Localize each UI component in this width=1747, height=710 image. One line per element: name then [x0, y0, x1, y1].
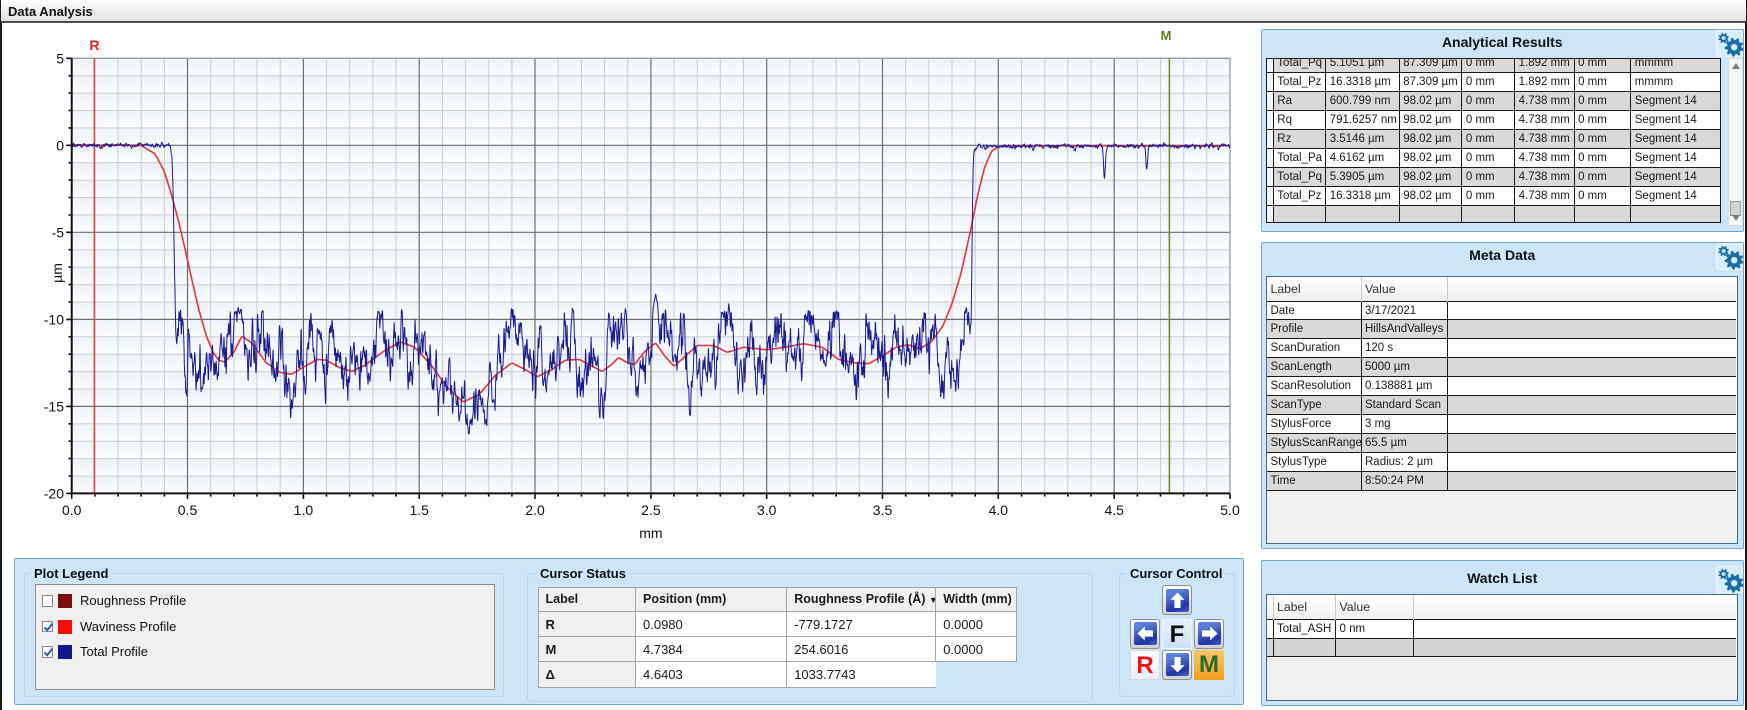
- svg-text:M: M: [1161, 28, 1172, 43]
- svg-text:-5: -5: [52, 224, 65, 240]
- svg-text:1.0: 1.0: [294, 502, 314, 518]
- svg-text:4.5: 4.5: [1104, 502, 1124, 518]
- svg-text:-10: -10: [44, 311, 64, 327]
- svg-text:-20: -20: [44, 485, 64, 501]
- svg-text:0: 0: [56, 137, 64, 153]
- svg-text:2.0: 2.0: [525, 502, 545, 518]
- svg-text:mm: mm: [639, 525, 662, 541]
- svg-text:µm: µm: [49, 263, 65, 283]
- svg-text:2.5: 2.5: [641, 502, 661, 518]
- svg-text:0.5: 0.5: [178, 502, 198, 518]
- svg-text:1.5: 1.5: [409, 502, 429, 518]
- svg-text:5.0: 5.0: [1220, 502, 1240, 518]
- svg-text:3.0: 3.0: [757, 502, 777, 518]
- svg-text:5: 5: [56, 50, 64, 66]
- svg-text:R: R: [89, 37, 99, 53]
- svg-text:0.0: 0.0: [62, 502, 82, 518]
- svg-text:3.5: 3.5: [873, 502, 893, 518]
- svg-text:-15: -15: [44, 398, 64, 414]
- svg-text:4.0: 4.0: [989, 502, 1009, 518]
